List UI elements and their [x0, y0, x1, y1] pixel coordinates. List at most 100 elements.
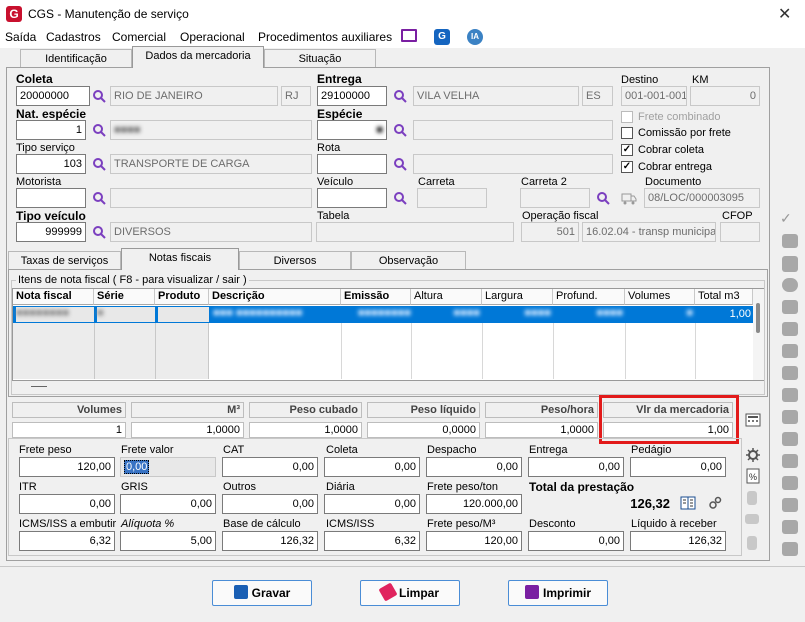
menu-comercial[interactable]: Comercial	[112, 28, 166, 46]
entrega-input[interactable]: 29100000	[317, 86, 387, 106]
comment-icon[interactable]	[745, 514, 759, 524]
col-descricao[interactable]: Descrição	[209, 289, 341, 305]
menu-saida[interactable]: Saída	[5, 28, 36, 46]
totals-volumes-header: Volumes	[12, 402, 126, 418]
gear-icon[interactable]	[782, 520, 798, 534]
comissao-frete-checkbox[interactable]	[621, 127, 633, 139]
nf-grid[interactable]: Nota fiscal Série Produto Descrição Emis…	[12, 288, 764, 387]
search-nat-especie-icon[interactable]	[92, 123, 106, 137]
search-entrega-icon[interactable]	[393, 89, 407, 103]
search-veiculo-icon[interactable]	[393, 191, 407, 205]
liquido-receber-input[interactable]: 126,32	[630, 531, 726, 551]
col-volumes[interactable]: Volumes	[625, 289, 695, 305]
col-altura[interactable]: Altura	[411, 289, 482, 305]
tab-situacao[interactable]: Situação	[264, 49, 376, 68]
col-serie[interactable]: Série	[94, 289, 155, 305]
edit-icon[interactable]	[782, 300, 798, 314]
tools-icon[interactable]	[782, 432, 798, 446]
desconto-input[interactable]: 0,00	[528, 531, 624, 551]
pointer-icon[interactable]	[782, 366, 798, 380]
tab-diversos[interactable]: Diversos	[239, 251, 351, 270]
file-icon[interactable]	[747, 536, 757, 550]
search-motorista-icon[interactable]	[92, 191, 106, 205]
cogs-icon[interactable]	[707, 495, 723, 511]
frete-peso-m3-input[interactable]: 120,00	[426, 531, 522, 551]
forward-icon[interactable]	[782, 322, 798, 336]
menu-operacional[interactable]: Operacional	[180, 28, 245, 46]
save-button[interactable]: Gravar	[212, 580, 312, 606]
people-icon[interactable]	[782, 454, 798, 468]
doc-icon[interactable]	[747, 491, 757, 505]
tipo-veiculo-input[interactable]: 999999	[16, 222, 86, 242]
base-calculo-input[interactable]: 126,32	[222, 531, 318, 551]
percent-doc-icon[interactable]: %	[745, 468, 761, 484]
icms-iss-input[interactable]: 6,32	[324, 531, 420, 551]
monitor-icon[interactable]	[401, 29, 417, 42]
close-icon[interactable]: ✕	[778, 4, 791, 24]
frete-combinado-label: Frete combinado	[638, 111, 721, 123]
ciot-icon[interactable]	[782, 256, 798, 272]
tab-identificacao[interactable]: Identificação	[20, 49, 132, 68]
itr-input[interactable]: 0,00	[19, 494, 115, 514]
tab-observacao[interactable]: Observação	[351, 251, 466, 270]
scrollbar-thumb[interactable]	[756, 303, 760, 333]
search-especie-icon[interactable]	[393, 123, 407, 137]
menu-cadastros[interactable]: Cadastros	[46, 28, 101, 46]
ia-icon[interactable]: IA	[467, 29, 483, 45]
search-rota-icon[interactable]	[393, 157, 407, 171]
veiculo-input[interactable]	[317, 188, 387, 208]
truck-side-icon[interactable]	[782, 410, 798, 424]
col-produto[interactable]: Produto	[155, 289, 209, 305]
gris-input[interactable]: 0,00	[120, 494, 216, 514]
cobrar-entrega-checkbox[interactable]: ✓	[621, 161, 633, 173]
g-app-icon[interactable]: G	[434, 29, 450, 45]
confirm-check-icon[interactable]: ✓	[780, 210, 792, 227]
h-scroll-indicator[interactable]	[31, 386, 47, 387]
search-carreta-icon[interactable]	[596, 191, 610, 205]
tab-taxas-servicos[interactable]: Taxas de serviços	[8, 251, 121, 270]
col-total-m3[interactable]: Total m3	[695, 289, 753, 305]
coleta-input[interactable]: 20000000	[16, 86, 90, 106]
document-icon[interactable]	[782, 388, 798, 402]
copy-icon[interactable]	[782, 344, 798, 358]
rota-input[interactable]	[317, 154, 387, 174]
tab-dados-mercadoria[interactable]: Dados da mercadoria	[132, 46, 264, 68]
calculator-book-icon[interactable]	[680, 495, 696, 511]
menu-procedimentos[interactable]: Procedimentos auxiliares	[258, 28, 392, 46]
package-icon[interactable]	[782, 476, 798, 490]
search-tipo-veiculo-icon[interactable]	[92, 225, 106, 239]
route-icon[interactable]	[782, 498, 798, 512]
col-emissao[interactable]: Emissão	[341, 289, 411, 305]
search-coleta-icon[interactable]	[92, 89, 106, 103]
despacho-input[interactable]: 0,00	[426, 457, 522, 477]
calculator-icon[interactable]	[745, 412, 761, 428]
frete-peso-input[interactable]: 120,00	[19, 457, 115, 477]
entrega-fee-input[interactable]: 0,00	[528, 457, 624, 477]
icms-embutir-input[interactable]: 6,32	[19, 531, 115, 551]
col-profund[interactable]: Profund.	[553, 289, 625, 305]
building-icon[interactable]	[782, 234, 798, 248]
outros-input[interactable]: 0,00	[222, 494, 318, 514]
motorista-input[interactable]	[16, 188, 86, 208]
settings-icon[interactable]	[782, 542, 798, 556]
aliquota-input[interactable]: 5,00	[120, 531, 216, 551]
cobrar-coleta-checkbox[interactable]: ✓	[621, 144, 633, 156]
truck-icon[interactable]	[621, 190, 637, 206]
frete-peso-ton-input[interactable]: 120.000,00	[426, 494, 522, 514]
frete-valor-input[interactable]: 0,00	[120, 457, 216, 477]
tipo-servico-input[interactable]: 103	[16, 154, 86, 174]
search-tipo-servico-icon[interactable]	[92, 157, 106, 171]
especie-input[interactable]: ■	[317, 120, 387, 140]
col-nota-fiscal[interactable]: Nota fiscal	[13, 289, 94, 305]
print-button[interactable]: Imprimir	[508, 580, 608, 606]
circle-icon[interactable]	[782, 278, 798, 292]
clear-button[interactable]: Limpar	[360, 580, 460, 606]
nat-especie-input[interactable]: 1	[16, 120, 86, 140]
coleta-fee-input[interactable]: 0,00	[324, 457, 420, 477]
tab-notas-fiscais[interactable]: Notas fiscais	[121, 248, 239, 270]
col-largura[interactable]: Largura	[482, 289, 553, 305]
cat-input[interactable]: 0,00	[222, 457, 318, 477]
pedagio-input[interactable]: 0,00	[630, 457, 726, 477]
settings-gear-icon[interactable]	[745, 447, 761, 463]
diaria-input[interactable]: 0,00	[324, 494, 420, 514]
